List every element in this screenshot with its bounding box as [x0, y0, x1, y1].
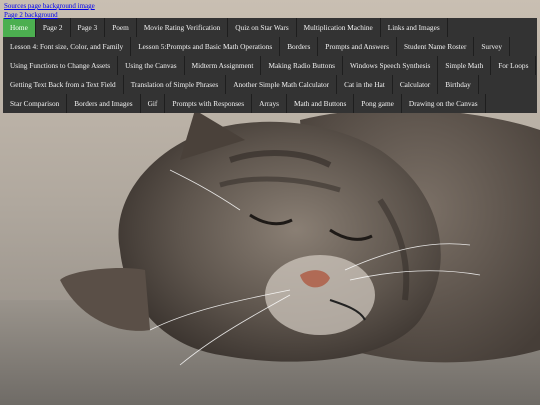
nav-item-birthday[interactable]: Birthday: [438, 75, 479, 94]
nav-item-cat-in-the-hat[interactable]: Cat in the Hat: [337, 75, 393, 94]
nav-item-simple-math[interactable]: Simple Math: [438, 56, 492, 75]
nav-item-page-2[interactable]: Page 2: [36, 18, 71, 37]
nav-item-drawing-on-the-canvas[interactable]: Drawing on the Canvas: [402, 94, 486, 113]
nav-item-another-simple-math-calculator[interactable]: Another Simple Math Calculator: [226, 75, 338, 94]
nav-item-pong-game[interactable]: Pong game: [354, 94, 402, 113]
top-links: Sources page background image Page 2 bac…: [4, 2, 95, 20]
nav-item-survey[interactable]: Survey: [474, 37, 511, 56]
nav-item-getting-text-back-from-a-text-field[interactable]: Getting Text Back from a Text Field: [3, 75, 124, 94]
nav-item-midterm-assignment[interactable]: Midterm Assignment: [185, 56, 262, 75]
nav-item-poem[interactable]: Poem: [105, 18, 137, 37]
nav-item-quiz-on-star-wars[interactable]: Quiz on Star Wars: [228, 18, 297, 37]
nav-item-home[interactable]: Home: [3, 18, 36, 37]
nav-item-translation-of-simple-phrases[interactable]: Translation of Simple Phrases: [124, 75, 227, 94]
nav-item-lesson-4-font-size-color-and-family[interactable]: Lesson 4: Font size, Color, and Family: [3, 37, 132, 56]
sources-background-link[interactable]: Sources page background image: [4, 2, 95, 11]
nav-item-math-and-buttons[interactable]: Math and Buttons: [287, 94, 355, 113]
nav-item-making-radio-buttons[interactable]: Making Radio Buttons: [261, 56, 343, 75]
nav-item-lesson-5-prompts-and-basic-math-operations[interactable]: Lesson 5:Prompts and Basic Math Operatio…: [131, 37, 281, 56]
nav-item-star-comparison[interactable]: Star Comparison: [3, 94, 68, 113]
nav-item-student-name-roster[interactable]: Student Name Roster: [397, 37, 475, 56]
nav-item-borders-and-images[interactable]: Borders and Images: [67, 94, 141, 113]
nav-item-prompts-and-answers[interactable]: Prompts and Answers: [318, 37, 397, 56]
nav-item-movie-rating-verification[interactable]: Movie Rating Verification: [137, 18, 229, 37]
nav-item-multiplication-machine[interactable]: Multiplication Machine: [297, 18, 381, 37]
nav-item-borders[interactable]: Borders: [280, 37, 319, 56]
nav-item-links-and-images[interactable]: Links and Images: [381, 18, 448, 37]
nav-item-windows-speech-synthesis[interactable]: Windows Speech Synthesis: [343, 56, 439, 75]
nav-item-using-functions-to-change-assets[interactable]: Using Functions to Change Assets: [3, 56, 119, 75]
nav-item-arrays[interactable]: Arrays: [252, 94, 287, 113]
nav-item-gif[interactable]: Gif: [141, 94, 166, 113]
nav-item-calculator[interactable]: Calculator: [393, 75, 439, 94]
nav-item-for-loops[interactable]: For Loops: [491, 56, 537, 75]
nav-item-prompts-with-responses[interactable]: Prompts with Responses: [165, 94, 253, 113]
page2-background-link[interactable]: Page 2 background: [4, 11, 95, 20]
nav-item-page-3[interactable]: Page 3: [71, 18, 106, 37]
top-navigation-bar: Home Page 2 Page 3 Poem Movie Rating Verific…: [3, 18, 537, 113]
nav-item-using-the-canvas[interactable]: Using the Canvas: [118, 56, 185, 75]
